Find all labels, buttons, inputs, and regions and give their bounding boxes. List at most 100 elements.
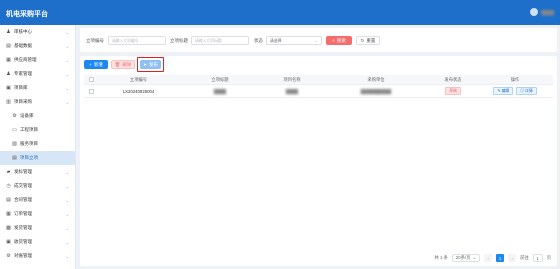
chevron-down-icon: ⌄	[65, 254, 69, 259]
add-button[interactable]: + 新增	[84, 60, 108, 69]
sidebar-item[interactable]: ▣ 收货管理 ⌄	[0, 235, 75, 249]
search-icon: ⌕	[332, 38, 335, 43]
sidebar-item[interactable]: ♟ 专家管理 ⌄	[0, 67, 75, 81]
sidebar-item-label: 对账管理	[14, 253, 32, 258]
sidebar-item[interactable]: ◷ 成交管理 ⌄	[0, 179, 75, 193]
sidebar-item[interactable]: ▥ 项目采购 ⌄	[0, 95, 75, 109]
trash-icon: 🗑	[114, 61, 121, 67]
sidebar-item-label: 发货管理	[14, 225, 32, 230]
main-content: 立项编号 请输入立项编号 立项标题 请输入立项标题 状态 请选择 ⌄ ⌕ 搜索 …	[80, 28, 557, 266]
page-number-current[interactable]: 1	[496, 254, 505, 262]
sidebar-item-label: 项目采购	[14, 99, 32, 104]
contract-icon: ▤	[6, 196, 11, 203]
goto-page-input[interactable]: 1	[532, 254, 543, 262]
search-form: 立项编号 请输入立项编号 立项标题 请输入立项标题 状态 请选择 ⌄ ⌕ 搜索 …	[80, 28, 557, 52]
sidebar-item[interactable]: ▦ 供应商管理 ⌄	[0, 53, 75, 67]
chevron-down-icon: ⌄	[314, 38, 318, 43]
gear-icon: ⚙	[6, 252, 11, 259]
publish-button[interactable]: ➤ 发布	[140, 60, 161, 69]
service-icon: ▨	[12, 140, 17, 147]
sidebar-item-label: 设备库	[20, 113, 34, 118]
send-icon: ➤	[143, 61, 147, 67]
sidebar-item-label: 项目库	[14, 85, 28, 90]
status-badge: 草稿	[445, 87, 461, 95]
sidebar-item[interactable]: ▦ 订单管理 ⌄	[0, 207, 75, 221]
purchasing-unit: ██████████	[360, 88, 392, 94]
sidebar-item-label: 订单管理	[14, 211, 32, 216]
search-button[interactable]: ⌕ 搜索	[326, 36, 352, 45]
column-header[interactable]: 立项编号	[98, 75, 179, 84]
chevron-down-icon: ⌄	[65, 198, 69, 203]
sidebar-item[interactable]: ▩ 发货管理 ⌄	[0, 221, 75, 235]
goto-label: 前往	[520, 255, 529, 260]
title-search-input[interactable]: 请输入立项标题	[191, 36, 249, 45]
table-row[interactable]: LX20240926004 ████ ████ ██████████ 草稿 ✎ …	[84, 85, 553, 98]
page-size-select[interactable]: 20条/页 ⌄	[451, 254, 481, 262]
truck-icon: ▩	[6, 224, 11, 231]
sidebar-item[interactable]: ▭ 工程项目	[0, 123, 75, 137]
sidebar-item[interactable]: ▣ 项目库 ⌄	[0, 81, 75, 95]
chevron-down-icon: ⌄	[65, 30, 69, 35]
sidebar-item-label: 审核中心	[14, 29, 32, 34]
actions-cell: ✎ 编辑 ▤ 详情	[477, 85, 553, 97]
project-code: LX20240926004	[122, 88, 155, 94]
chevron-down-icon: ⌄	[472, 255, 477, 260]
column-header[interactable]: 项目名称	[261, 75, 323, 84]
row-select-cell	[84, 85, 98, 97]
sidebar-item-label: 合同管理	[14, 197, 32, 202]
person-icon: ♟	[6, 28, 11, 35]
detail-button-label: 详情	[525, 89, 533, 93]
sidebar-item[interactable]: ▤ 项目立项	[0, 151, 75, 165]
chevron-down-icon: ⌄	[65, 44, 69, 49]
clock-icon: ◷	[6, 182, 11, 189]
chevron-down-icon: ⌄	[65, 240, 69, 245]
chevron-down-icon: ⌄	[65, 226, 69, 231]
app-title: 机电采购平台	[6, 11, 48, 18]
sidebar-item[interactable]: ⚙ 对账管理 ⌄	[0, 249, 75, 263]
pagination: 共 1 条 20条/页 ⌄ ‹ 1 › 前往 1 页	[435, 254, 551, 262]
code-search-input[interactable]: 请输入立项编号	[108, 36, 166, 45]
sidebar-item[interactable]: ▰ 发标管理 ⌄	[0, 165, 75, 179]
user-name[interactable]: ████	[541, 10, 554, 15]
status-select[interactable]: 请选择 ⌄	[266, 36, 322, 45]
folder-icon: ▰	[6, 168, 11, 175]
total-count: 共 1 条	[434, 255, 448, 260]
refresh-icon: ↻	[360, 37, 365, 43]
row-checkbox[interactable]	[88, 88, 94, 94]
sidebar-item-label: 工程项目	[20, 127, 38, 132]
status-field-label: 状态	[254, 38, 263, 43]
column-header[interactable]: 立项标题	[179, 75, 261, 84]
chart-icon: ▤	[6, 42, 11, 49]
chevron-down-icon: ⌄	[65, 100, 69, 105]
project-name: ████	[285, 88, 299, 94]
gear-icon: ⚙	[12, 112, 17, 119]
edit-button-label: 编辑	[501, 89, 510, 93]
detail-button[interactable]: ▤ 详情	[516, 87, 537, 95]
column-header[interactable]: 发布状态	[429, 75, 477, 84]
add-button-label: 新增	[93, 61, 103, 67]
user-menu[interactable]: ████	[530, 8, 554, 16]
avatar[interactable]	[530, 8, 539, 16]
sidebar-item-label: 成交管理	[14, 183, 32, 188]
chevron-down-icon: ⌄	[65, 212, 69, 217]
sidebar-item[interactable]: ▤ 合同管理 ⌄	[0, 193, 75, 207]
sidebar-item[interactable]: ▤ 基础数据 ⌄	[0, 39, 75, 53]
select-all-checkbox[interactable]	[88, 77, 94, 82]
sidebar-item-label: 供应商管理	[14, 57, 37, 62]
title-field-label: 立项标题	[170, 38, 188, 43]
chevron-down-icon: ⌄	[65, 184, 69, 189]
column-header[interactable]: 采购单位	[323, 75, 429, 84]
sidebar-item[interactable]: ♟ 审核中心 ⌄	[0, 25, 75, 39]
status-cell: 草稿	[429, 85, 477, 97]
sidebar-item[interactable]: ⚙ 设备库	[0, 109, 75, 123]
chevron-down-icon: ⌄	[65, 170, 69, 175]
delete-button[interactable]: 🗑 删除	[111, 60, 135, 69]
briefcase-icon: ▭	[12, 126, 17, 133]
reset-button[interactable]: ↻ 重置	[356, 36, 380, 45]
sidebar-item[interactable]: ▨ 服务项目	[0, 137, 75, 151]
sidebar-item-label: 服务项目	[20, 141, 38, 146]
table-header: 立项编号 立项标题 项目名称 采购单位 发布状态 操作	[84, 75, 553, 85]
prev-page-button[interactable]: ‹	[484, 254, 493, 262]
edit-button[interactable]: ✎ 编辑	[493, 87, 514, 95]
next-page-button[interactable]: ›	[508, 254, 517, 262]
